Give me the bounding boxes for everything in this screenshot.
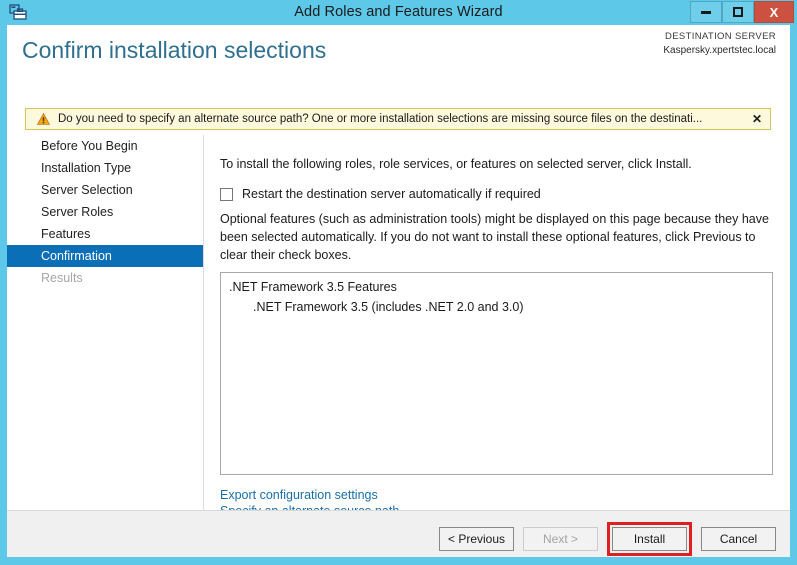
next-button: Next > bbox=[523, 527, 598, 551]
restart-checkbox-label: Restart the destination server automatic… bbox=[242, 187, 541, 201]
destination-server-block: DESTINATION SERVER Kaspersky.xpertstec.l… bbox=[663, 31, 776, 57]
sidebar-item-features[interactable]: Features bbox=[7, 223, 203, 245]
export-configuration-settings-link[interactable]: Export configuration settings bbox=[220, 487, 399, 503]
page-header: Confirm installation selections DESTINAT… bbox=[7, 25, 790, 82]
destination-server-value: Kaspersky.xpertstec.local bbox=[663, 44, 776, 58]
restart-checkbox[interactable] bbox=[220, 188, 233, 201]
install-button-highlight: Install bbox=[607, 522, 692, 556]
install-instruction-text: To install the following roles, role ser… bbox=[220, 157, 692, 171]
wizard-footer: < Previous Next > Install Cancel bbox=[7, 510, 790, 557]
restart-checkbox-row[interactable]: Restart the destination server automatic… bbox=[220, 187, 541, 201]
sidebar-item-server-roles[interactable]: Server Roles bbox=[7, 201, 203, 223]
sidebar-item-results: Results bbox=[7, 267, 203, 289]
window-titlebar: Add Roles and Features Wizard X bbox=[0, 0, 797, 25]
minimize-icon bbox=[701, 11, 711, 14]
page-title: Confirm installation selections bbox=[22, 37, 326, 64]
warning-triangle-icon bbox=[37, 113, 50, 125]
install-button[interactable]: Install bbox=[612, 527, 687, 551]
cancel-button[interactable]: Cancel bbox=[701, 527, 776, 551]
maximize-button[interactable] bbox=[722, 1, 754, 23]
sidebar-item-before-you-begin[interactable]: Before You Begin bbox=[7, 135, 203, 157]
sidebar-item-server-selection[interactable]: Server Selection bbox=[7, 179, 203, 201]
window-controls: X bbox=[690, 1, 794, 23]
sidebar-divider bbox=[203, 135, 204, 510]
window-title: Add Roles and Features Wizard bbox=[0, 0, 797, 25]
warning-message: Do you need to specify an alternate sour… bbox=[58, 113, 744, 125]
minimize-button[interactable] bbox=[690, 1, 722, 23]
wizard-body: Before You Begin Installation Type Serve… bbox=[7, 135, 790, 510]
list-item[interactable]: .NET Framework 3.5 Features bbox=[221, 273, 772, 298]
wizard-window: Add Roles and Features Wizard X Confirm … bbox=[0, 0, 797, 565]
sidebar-item-installation-type[interactable]: Installation Type bbox=[7, 157, 203, 179]
wizard-step-nav: Before You Begin Installation Type Serve… bbox=[7, 135, 203, 510]
list-item[interactable]: .NET Framework 3.5 (includes .NET 2.0 an… bbox=[221, 298, 772, 317]
wizard-content: To install the following roles, role ser… bbox=[212, 135, 782, 510]
warning-bar: Do you need to specify an alternate sour… bbox=[25, 108, 771, 130]
wizard-client-area: Confirm installation selections DESTINAT… bbox=[7, 25, 790, 557]
destination-server-label: DESTINATION SERVER bbox=[663, 31, 776, 44]
previous-button[interactable]: < Previous bbox=[439, 527, 514, 551]
close-button[interactable]: X bbox=[754, 1, 794, 23]
selected-features-listbox[interactable]: .NET Framework 3.5 Features .NET Framewo… bbox=[220, 272, 773, 475]
optional-features-note: Optional features (such as administratio… bbox=[220, 211, 776, 264]
warning-close-icon[interactable]: ✕ bbox=[744, 112, 770, 126]
footer-button-row: < Previous Next > Install Cancel bbox=[430, 522, 776, 556]
sidebar-item-confirmation[interactable]: Confirmation bbox=[7, 245, 203, 267]
maximize-icon bbox=[733, 7, 743, 17]
